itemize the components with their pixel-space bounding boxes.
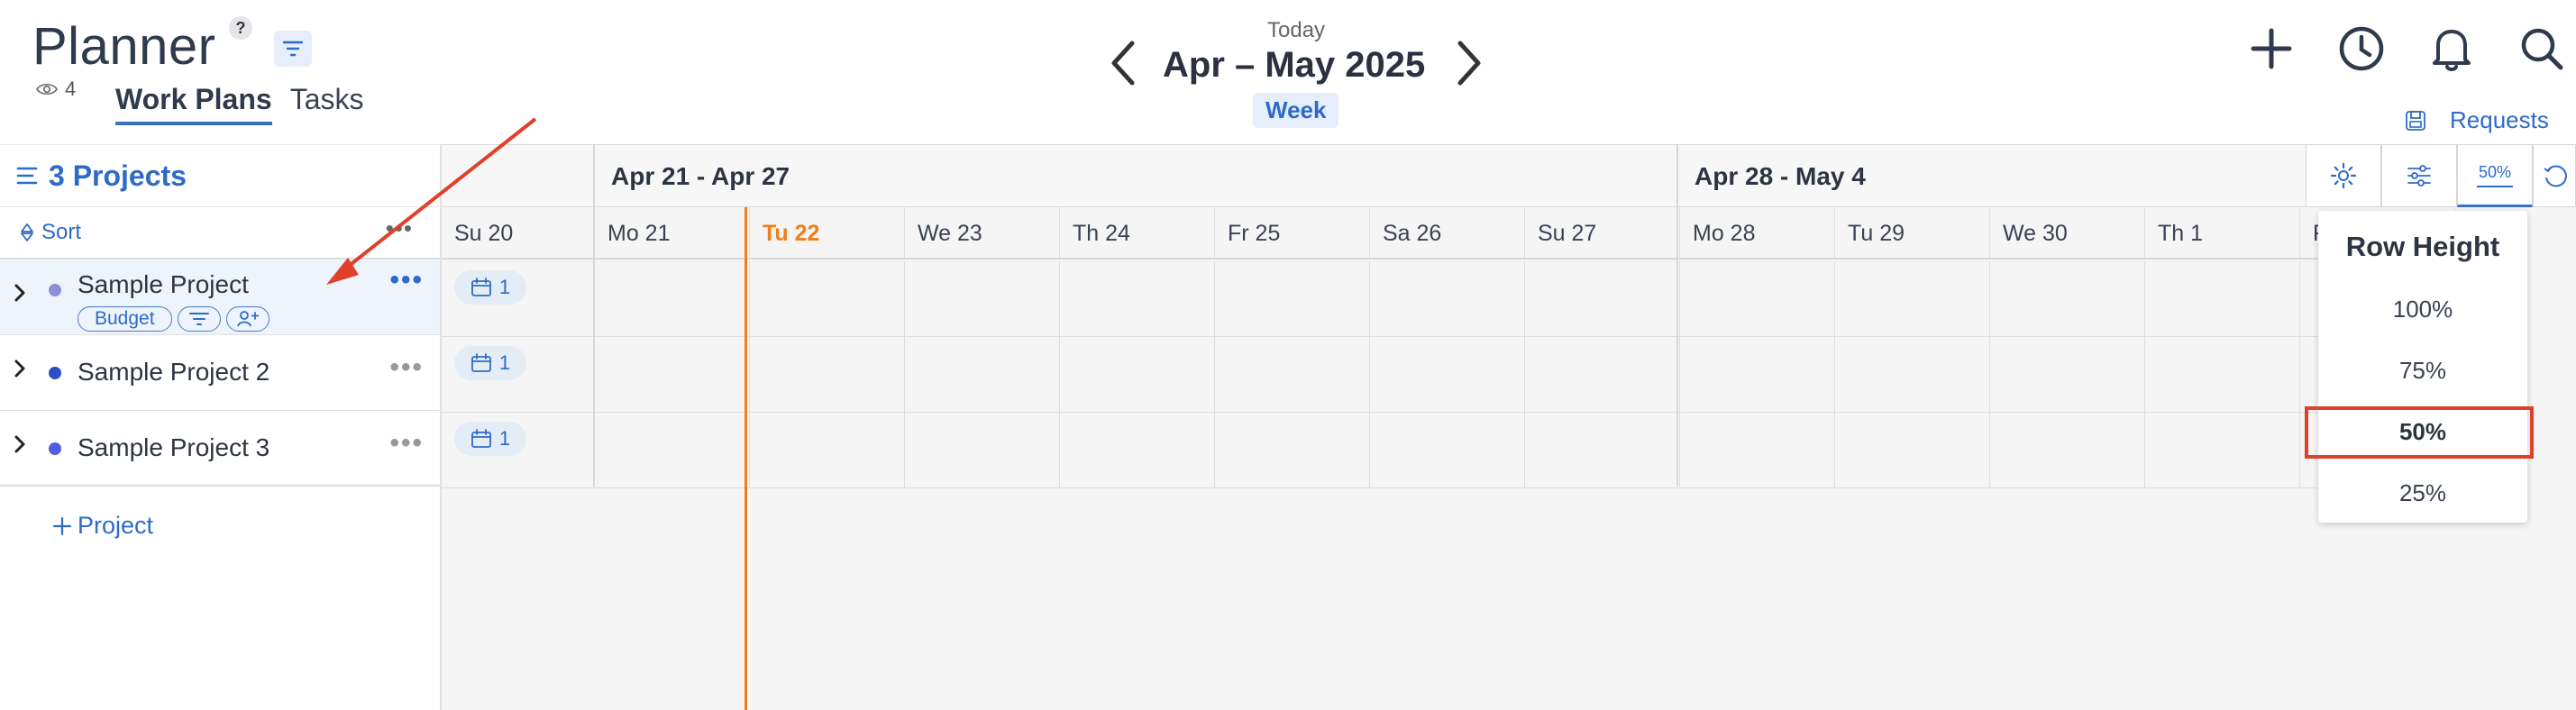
- annotation-arrow: [326, 117, 537, 285]
